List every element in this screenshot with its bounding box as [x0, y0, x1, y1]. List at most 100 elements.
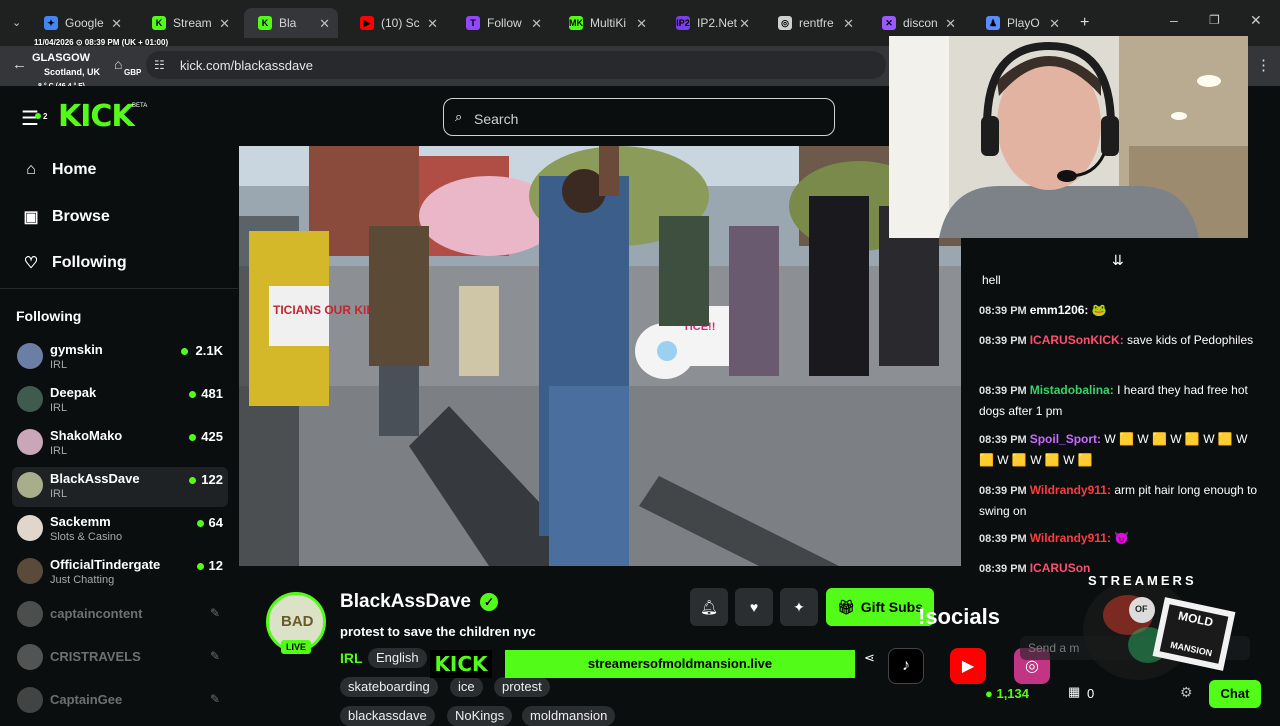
avatar [17, 515, 43, 541]
chat-scroll-icon[interactable]: ⇊ [1112, 252, 1124, 269]
browser-tab[interactable]: ♟ PlayO ✕ [972, 8, 1068, 38]
browser-tab[interactable]: K Bla ✕ [244, 8, 338, 38]
tab-favicon-icon: K [258, 16, 272, 30]
minimize-icon[interactable]: – [1170, 12, 1178, 28]
site-info-icon[interactable]: ☷ [154, 58, 165, 72]
channel-category: IRL [50, 402, 68, 414]
category-link[interactable]: IRL [340, 650, 363, 666]
tab-close-icon[interactable]: ✕ [843, 16, 854, 32]
close-window-icon[interactable]: ✕ [1250, 12, 1262, 29]
browser-menu-icon[interactable]: ⋮ [1256, 56, 1271, 74]
nav-home[interactable]: ⌂ Home [22, 158, 96, 182]
chat-username[interactable]: Mistadobalina: [1030, 383, 1114, 397]
youtube-icon: ▶ [950, 648, 986, 684]
overlay-website-banner: streamersofmoldmansion.live [505, 650, 855, 678]
kick-logo[interactable]: KICK [58, 99, 135, 134]
overlay-socials-text: !socials [918, 604, 1000, 629]
tab-search-icon[interactable]: ⌄ [12, 16, 21, 29]
overlay-city: GLASGOW [32, 52, 91, 64]
webcam-frame [889, 36, 1248, 238]
tab-close-icon[interactable]: ✕ [427, 16, 438, 32]
follow-heart-button[interactable]: ♥ [735, 588, 773, 626]
browser-tab[interactable]: T Follow ✕ [452, 8, 550, 38]
tab-close-icon[interactable]: ✕ [945, 16, 956, 32]
stream-tag[interactable]: skateboarding [340, 677, 438, 697]
browser-tab[interactable]: ✦ Google ✕ [30, 8, 130, 38]
tab-label: discon [903, 16, 938, 30]
mold-mansion-graphic [1083, 580, 1236, 680]
channel-name[interactable]: BlackAssDave [340, 591, 471, 613]
nav-home-label: Home [52, 161, 97, 178]
browser-tab[interactable]: ▶ (10) Sc ✕ [346, 8, 446, 38]
stream-tag[interactable]: blackassdave [340, 706, 435, 726]
chat-message: 08:39 PM Wildrandy911: arm pit hair long … [979, 480, 1259, 521]
tab-favicon-icon: ✕ [882, 16, 896, 30]
tab-close-icon[interactable]: ✕ [319, 16, 330, 32]
sidebar-channel-officialtindergate[interactable]: OfficialTindergate Just Chatting 12 [12, 553, 228, 593]
browser-tab[interactable]: IP2 IP2.Net ✕ [662, 8, 758, 38]
nav-following[interactable]: ♡ Following [22, 251, 127, 275]
tab-close-icon[interactable]: ✕ [219, 16, 230, 32]
stream-tag[interactable]: NoKings [447, 706, 513, 726]
sidebar-channel-shakomako[interactable]: ShakoMako IRL 425 [12, 424, 228, 464]
chat-username[interactable]: emm1206: [1030, 303, 1089, 317]
sparkle-button[interactable]: ✦ [780, 588, 818, 626]
maximize-icon[interactable]: ❐ [1209, 13, 1220, 27]
sidebar-channel-deepak[interactable]: Deepak IRL 481 [12, 381, 228, 421]
chat-username[interactable]: ICARUSonKICK: [1030, 333, 1124, 347]
sidebar-channel-offline[interactable]: captaincontent ✎ [12, 596, 228, 636]
chat-message: 08:39 PM Mistadobalina: I heard they had … [979, 380, 1259, 421]
avatar [17, 601, 43, 627]
tab-label: Bla [279, 16, 297, 30]
stream-tag[interactable]: protest [494, 677, 550, 697]
viewer-count: 12 [208, 558, 223, 573]
viewer-count: ● 1,134 [985, 686, 1029, 701]
home-browser-icon[interactable]: ⌂ [114, 56, 122, 72]
overlay-streamers-title: STREAMERS [1088, 573, 1197, 588]
browser-tab[interactable]: ◎ rentfre ✕ [764, 8, 862, 38]
tab-close-icon[interactable]: ✕ [636, 16, 647, 32]
streamers-of-mold-mansion-logo [1078, 570, 1258, 690]
chat-timestamp: 08:39 PM [979, 385, 1027, 397]
offline-icon: ✎ [209, 649, 220, 663]
tab-close-icon[interactable]: ✕ [111, 16, 122, 32]
tab-close-icon[interactable]: ✕ [531, 16, 542, 32]
sidebar-channel-gymskin[interactable]: gymskin IRL 2.1K [12, 338, 228, 378]
chat-timestamp: 08:39 PM [979, 533, 1027, 545]
tab-close-icon[interactable]: ✕ [1049, 16, 1060, 32]
nav-browse-label: Browse [52, 208, 110, 225]
new-tab-button[interactable]: + [1080, 14, 1089, 32]
browser-tab[interactable]: ✕ discon ✕ [868, 8, 964, 38]
gift-subs-label: Gift Subs [860, 599, 923, 615]
chat-username[interactable]: Wildrandy911: [1030, 531, 1111, 545]
video-player[interactable]: TICIANS OUR KIDS TICE!! [239, 146, 961, 566]
viewer-icon: ● [985, 686, 997, 701]
stream-tag[interactable]: moldmansion [522, 706, 616, 726]
browser-tab[interactable]: MK MultiKi ✕ [555, 8, 655, 38]
tab-favicon-icon: K [152, 16, 166, 30]
stream-tag[interactable]: ice [450, 677, 483, 697]
nav-browse[interactable]: ▣ Browse [22, 205, 110, 229]
chat-message: 08:39 PM emm1206: 🐸 [979, 300, 1259, 321]
webcam-overlay [889, 36, 1248, 238]
notification-bell-button[interactable]: 🔔︎ [690, 588, 728, 626]
chat-username[interactable]: Wildrandy911: [1030, 483, 1111, 497]
chat-username[interactable]: Spoil_Sport: [1030, 432, 1101, 446]
online-dot [35, 113, 41, 119]
sidebar-channel-blackassdave[interactable]: BlackAssDave IRL 122 [12, 467, 228, 507]
share-icon[interactable]: ⋖ [864, 650, 875, 666]
browser-tab[interactable]: K Stream ✕ [138, 8, 238, 38]
sidebar-channel-sackemm[interactable]: Sackemm Slots & Casino 64 [12, 510, 228, 550]
tab-label: rentfre [799, 16, 834, 30]
language-tag[interactable]: English [368, 648, 427, 668]
chat-message: 08:39 PM Spoil_Sport: W 🟨 W 🟨 W 🟨 W 🟨 W 🟨… [979, 429, 1259, 470]
tab-close-icon[interactable]: ✕ [739, 16, 750, 32]
protest-sign-left: TICIANS OUR KIDS [273, 303, 383, 317]
sidebar-channel-offline[interactable]: CRISTRAVELS ✎ [12, 639, 228, 679]
channel-category: Slots & Casino [50, 531, 123, 543]
sidebar-channel-offline[interactable]: CaptainGee ✎ [12, 682, 228, 722]
avatar [17, 343, 43, 369]
viewer-count: 64 [208, 515, 223, 530]
back-icon[interactable]: ← [12, 56, 27, 73]
chat-text: 🐸 [1091, 303, 1107, 317]
